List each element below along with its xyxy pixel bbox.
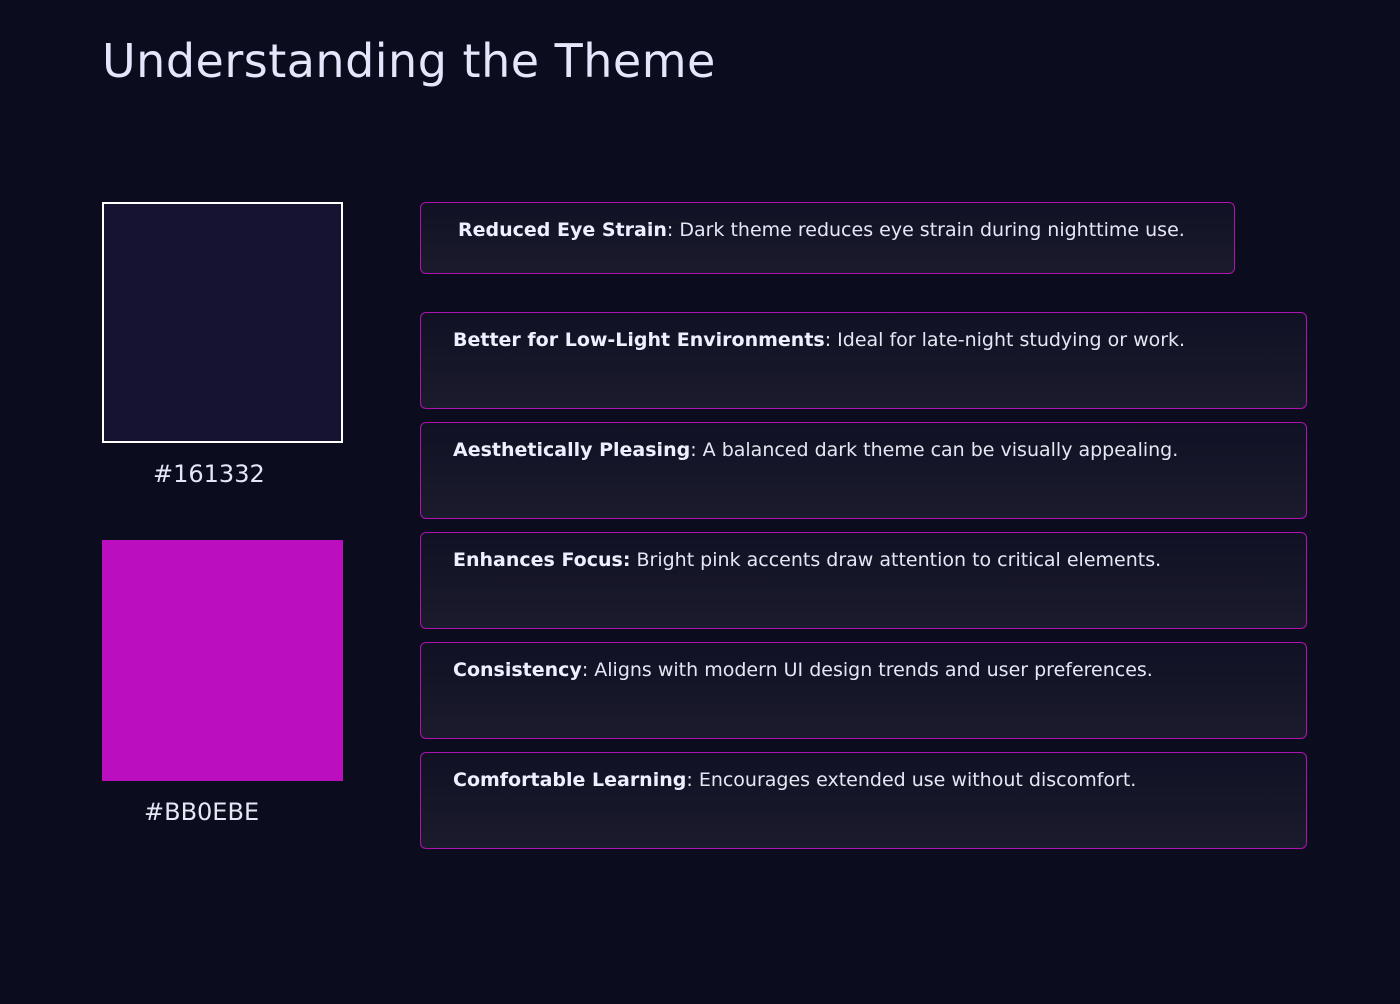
- color-swatch-dark: [102, 202, 343, 443]
- benefit-separator: :: [824, 329, 838, 351]
- benefit-description: Ideal for late-night studying or work.: [837, 329, 1186, 351]
- benefit-card-low-light: Better for Low-Light Environments: Ideal…: [420, 312, 1307, 409]
- benefit-term: Aesthetically Pleasing: [453, 439, 691, 461]
- benefit-term: Better for Low-Light Environments: [453, 329, 825, 351]
- benefit-card-comfort: Comfortable Learning: Encourages extende…: [420, 752, 1307, 849]
- color-hex-label-pink: #BB0EBE: [144, 798, 260, 826]
- benefit-separator: :: [686, 769, 699, 791]
- benefit-description: Aligns with modern UI design trends and …: [594, 659, 1153, 681]
- benefit-separator: :: [581, 659, 595, 681]
- benefit-term: Enhances Focus:: [453, 549, 631, 571]
- benefit-separator: :: [666, 219, 680, 241]
- page-title: Understanding the Theme: [102, 34, 716, 88]
- benefit-description: Bright pink accents draw attention to cr…: [636, 549, 1162, 571]
- benefit-card-aesthetics: Aesthetically Pleasing: A balanced dark …: [420, 422, 1307, 519]
- benefit-card-focus: Enhances Focus: Bright pink accents draw…: [420, 532, 1307, 629]
- benefit-card-consistency: Consistency: Aligns with modern UI desig…: [420, 642, 1307, 739]
- benefit-separator: :: [690, 439, 703, 461]
- benefit-description: A balanced dark theme can be visually ap…: [702, 439, 1179, 461]
- color-swatch-pink: [102, 540, 343, 781]
- benefit-term: Reduced Eye Strain: [458, 219, 667, 241]
- benefit-description: Encourages extended use without discomfo…: [698, 769, 1137, 791]
- benefit-description: Dark theme reduces eye strain during nig…: [679, 219, 1185, 241]
- color-hex-label-dark: #161332: [153, 460, 265, 488]
- benefit-term: Consistency: [453, 659, 582, 681]
- benefit-card-eye-strain: Reduced Eye Strain: Dark theme reduces e…: [420, 202, 1235, 274]
- benefit-term: Comfortable Learning: [453, 769, 687, 791]
